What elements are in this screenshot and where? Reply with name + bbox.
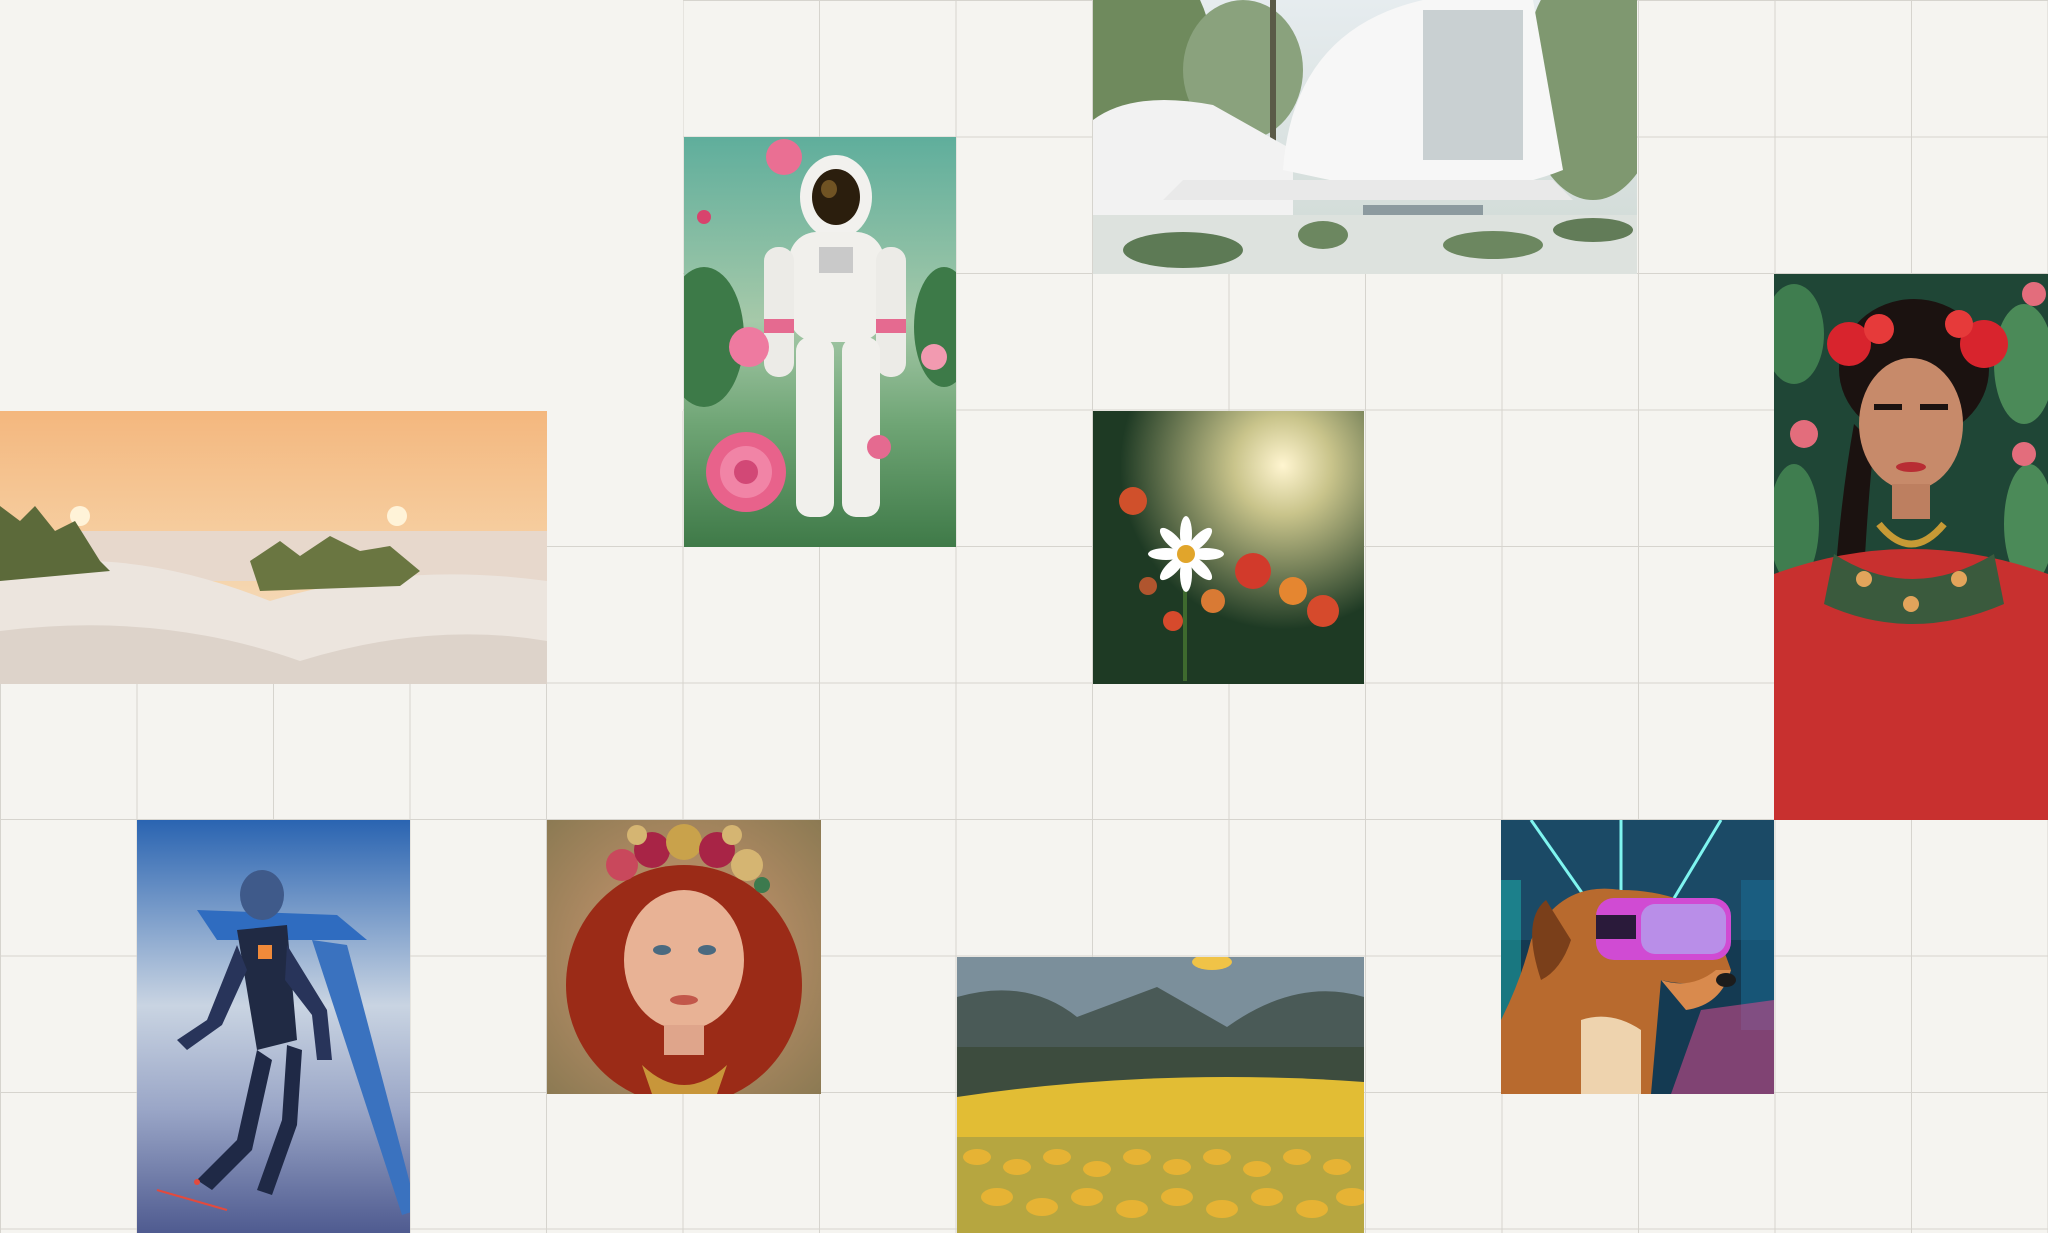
gallery-image-flower-field[interactable] bbox=[957, 957, 1364, 1233]
gallery-image-floral-portrait[interactable] bbox=[1774, 274, 2048, 820]
gallery-image-daisy[interactable] bbox=[1093, 411, 1364, 684]
gallery-image-flying-robot[interactable] bbox=[137, 820, 410, 1233]
empty-canvas-area bbox=[0, 0, 683, 411]
gallery-image-modern-house[interactable] bbox=[1093, 0, 1637, 274]
gallery-image-sand-dunes[interactable] bbox=[0, 411, 547, 684]
gallery-image-astronaut[interactable] bbox=[684, 137, 956, 547]
gallery-image-dog-vr[interactable] bbox=[1501, 820, 1774, 1094]
gallery-image-red-haired-woman[interactable] bbox=[547, 820, 821, 1094]
